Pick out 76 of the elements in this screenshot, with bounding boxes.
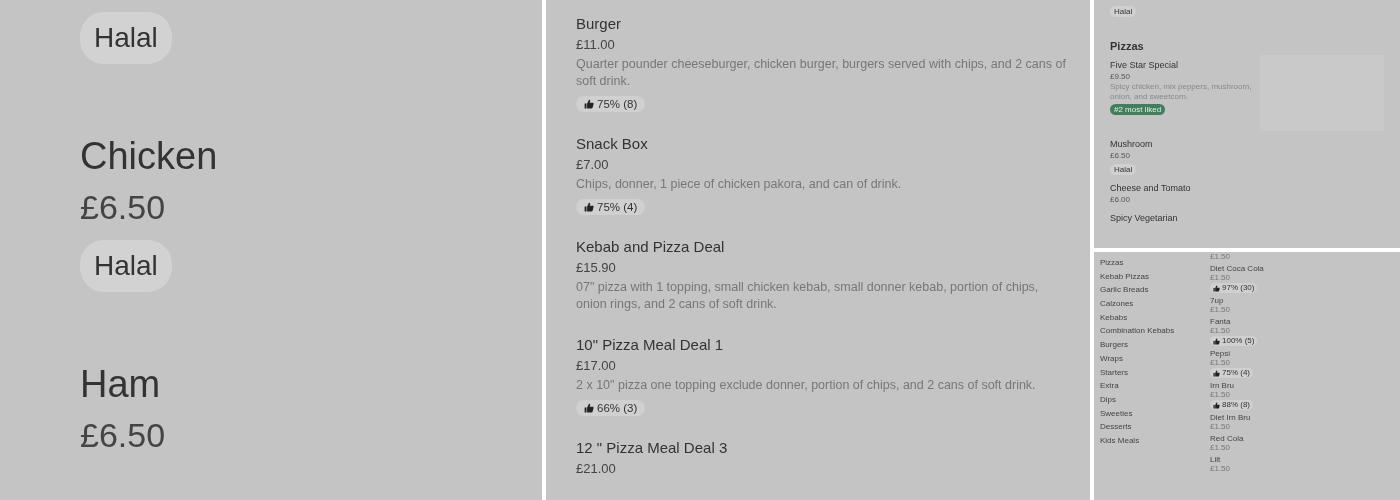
item-price: £1.50 — [1210, 252, 1231, 261]
most-liked-badge: #2 most liked — [1110, 104, 1166, 115]
item-price: £15.90 — [576, 259, 616, 277]
item-price: £11.00 — [576, 36, 615, 54]
section-heading: Pizzas — [1110, 40, 1145, 52]
item-name[interactable]: Irn Bru — [1210, 381, 1234, 390]
rating-text: 75% (4) — [1222, 368, 1250, 378]
item-price: £6.50 — [1110, 150, 1131, 161]
item-price: £1.50 — [1210, 422, 1231, 431]
item-name[interactable]: Kebab and Pizza Deal — [576, 237, 725, 257]
thumbs-up-icon — [1213, 369, 1220, 377]
rating-text: 66% (3) — [597, 402, 638, 414]
item-name[interactable]: Lilt — [1210, 455, 1221, 464]
category-link[interactable]: Kids Meals — [1100, 435, 1210, 450]
item-name[interactable]: Snack Box — [576, 134, 648, 154]
category-link[interactable]: Calzones — [1100, 299, 1210, 313]
item-name[interactable]: Diet Irn Bru — [1210, 413, 1251, 422]
category-link[interactable]: Dips — [1100, 394, 1210, 409]
item-name[interactable]: Five Star Special — [1110, 59, 1179, 71]
thumbs-up-icon — [584, 99, 594, 109]
halal-tag: Halal — [80, 240, 172, 292]
item-name[interactable]: Cheese and Tomato — [1110, 182, 1191, 194]
item-description: Chips, donner, 1 piece of chicken pakora, and can of drink. — [576, 176, 903, 193]
halal-tag: Halal — [80, 12, 172, 64]
item-description: Quarter pounder cheeseburger, chicken burger, burgers served with chips, and 2 cans of soft drink. — [576, 56, 1066, 90]
item-name[interactable]: 10" Pizza Meal Deal 1 — [576, 335, 724, 355]
item-name[interactable]: Mushroom — [1110, 138, 1153, 150]
item-name[interactable]: Spicy Vegetarian — [1110, 212, 1178, 224]
item-price: £6.50 — [80, 415, 166, 456]
item-name[interactable]: 7up — [1210, 296, 1224, 305]
thumbs-up-icon — [1213, 401, 1220, 409]
category-link[interactable]: Sweeties — [1100, 408, 1210, 423]
item-description: 2 x 10" pizza one topping exclude donner, portion of chips, and 2 cans of soft drink. — [576, 377, 1037, 394]
category-link[interactable]: Kebab Pizzas — [1100, 271, 1210, 286]
item-price: £1.50 — [1210, 464, 1231, 473]
halal-tag: Halal — [1110, 164, 1137, 175]
rating-text: 100% (5) — [1222, 336, 1255, 346]
thumbs-up-icon — [584, 403, 594, 413]
thumbs-up-icon — [1213, 284, 1220, 292]
item-name[interactable]: Diet Coca Cola — [1210, 264, 1264, 273]
thumbs-up-icon — [584, 202, 594, 212]
category-link[interactable]: Burgers — [1100, 340, 1210, 354]
rating-text: 97% (30) — [1222, 283, 1255, 293]
item-price: £1.50 — [1210, 305, 1231, 314]
item-name[interactable]: Pepsi — [1210, 349, 1230, 358]
item-price: £21.00 — [576, 460, 616, 478]
item-price: £17.00 — [576, 357, 616, 375]
item-name[interactable]: Fanta — [1210, 317, 1231, 326]
item-price: £1.50 — [1210, 443, 1231, 452]
item-price: £1.50 — [1210, 390, 1231, 399]
category-link[interactable]: Kebabs — [1100, 312, 1210, 327]
item-description: 07" pizza with 1 topping, small chicken kebab, small donner kebab, portion of chips, onion rings, and 2 cans of soft drink. — [576, 279, 1040, 313]
item-name: Chicken — [80, 134, 218, 179]
item-name: Ham — [80, 362, 161, 407]
category-link[interactable]: Pizzas — [1100, 258, 1210, 272]
item-price: £6.00 — [1110, 194, 1131, 205]
category-link[interactable]: Desserts — [1100, 422, 1210, 436]
rating-text: 75% (4) — [597, 201, 638, 213]
category-link[interactable]: Combination Kebabs — [1100, 326, 1210, 341]
item-price: £1.50 — [1210, 358, 1231, 367]
rating-text: 75% (8) — [597, 98, 638, 110]
halal-tag: Halal — [1110, 6, 1137, 17]
rating-text: 88% (8) — [1222, 400, 1250, 410]
item-price: £7.00 — [576, 156, 609, 174]
category-link[interactable]: Garlic Breads — [1100, 285, 1210, 300]
category-link[interactable]: Starters — [1100, 367, 1210, 382]
thumbs-up-icon — [1213, 337, 1220, 345]
item-price: £1.50 — [1210, 273, 1231, 282]
item-price: £1.50 — [1210, 326, 1231, 335]
item-name[interactable]: 12 " Pizza Meal Deal 3 — [576, 438, 728, 458]
item-price: £6.50 — [80, 187, 166, 228]
item-name[interactable]: Burger — [576, 14, 622, 34]
category-link[interactable]: Wraps — [1100, 353, 1210, 368]
item-name[interactable]: Red Cola — [1210, 434, 1244, 443]
category-link[interactable]: Extra — [1100, 381, 1210, 395]
item-price: £9.50 — [1110, 71, 1131, 82]
